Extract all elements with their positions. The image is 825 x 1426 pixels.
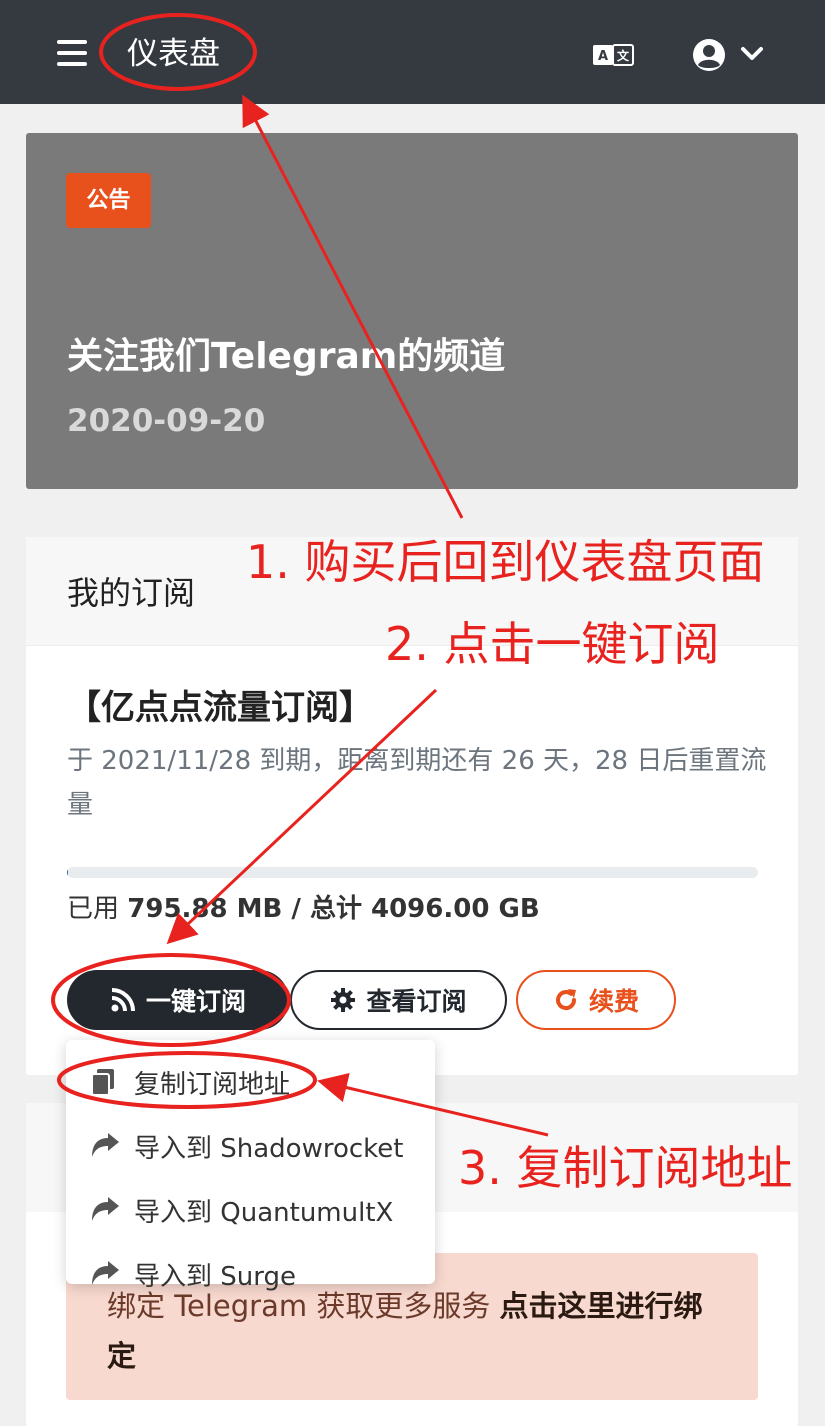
one-click-subscribe-button[interactable]: 一键订阅 <box>67 970 289 1030</box>
renew-label: 续费 <box>588 987 639 1016</box>
usage-separator: / 总计 <box>282 894 371 924</box>
view-subscription-label: 查看订阅 <box>366 987 467 1016</box>
import-surge-item[interactable]: 导入到 Surge <box>66 1242 435 1306</box>
rss-icon <box>111 988 135 1012</box>
announcement-badge: 公告 <box>66 173 151 228</box>
announcement-date: 2020-09-20 <box>67 403 266 439</box>
usage-total: 4096.00 GB <box>371 894 540 924</box>
svg-text:A: A <box>598 49 608 64</box>
import-quantumultx-label: 导入到 QuantumultX <box>134 1197 394 1228</box>
hamburger-icon[interactable] <box>57 40 87 68</box>
copy-icon <box>91 1069 114 1096</box>
plan-name: 【亿点点流量订阅】 <box>67 688 373 728</box>
share-icon <box>92 1197 119 1221</box>
import-shadowrocket-item[interactable]: 导入到 Shadowrocket <box>66 1114 435 1178</box>
import-quantumultx-item[interactable]: 导入到 QuantumultX <box>66 1178 435 1242</box>
traffic-usage: 已用 795.88 MB / 总计 4096.00 GB <box>67 889 540 929</box>
share-icon <box>92 1133 119 1157</box>
copy-subscription-url-label: 复制订阅地址 <box>134 1069 291 1100</box>
usage-used: 795.88 MB <box>127 894 283 924</box>
step3-annotation: 3. 复制订阅地址 <box>458 1141 793 1195</box>
announcement-card[interactable]: 公告 关注我们Telegram的频道 2020-09-20 <box>26 133 798 489</box>
import-shadowrocket-label: 导入到 Shadowrocket <box>134 1133 404 1164</box>
usage-prefix: 已用 <box>67 894 128 924</box>
view-subscription-button[interactable]: 查看订阅 <box>290 970 507 1030</box>
step1-annotation: 1. 购买后回到仪表盘页面 <box>246 535 765 589</box>
traffic-progress-bar <box>67 867 758 878</box>
share-icon <box>92 1261 119 1285</box>
renew-button[interactable]: 续费 <box>516 970 676 1030</box>
announcement-title: 关注我们Telegram的频道 <box>67 336 506 377</box>
gear-icon <box>331 988 356 1012</box>
import-surge-label: 导入到 Surge <box>134 1261 296 1292</box>
subscription-card-title: 我的订阅 <box>67 574 196 612</box>
one-click-subscribe-label: 一键订阅 <box>145 987 246 1016</box>
copy-subscription-url-item[interactable]: 复制订阅地址 <box>66 1050 435 1114</box>
plan-expiry-text: 于 2021/11/28 到期，距离到期还有 26 天，28 日后重置流量 <box>67 746 767 820</box>
top-navbar: 仪表盘 A 文 <box>0 0 825 104</box>
user-circle-icon[interactable] <box>692 38 726 72</box>
chevron-down-icon[interactable] <box>740 46 764 62</box>
step2-annotation: 2. 点击一键订阅 <box>385 617 720 671</box>
svg-text:文: 文 <box>617 48 630 63</box>
page-title: 仪表盘 <box>127 36 220 72</box>
subscribe-dropdown-menu: 复制订阅地址 导入到 Shadowrocket 导入到 QuantumultX … <box>66 1040 435 1292</box>
translate-icon[interactable]: A 文 <box>592 43 634 67</box>
redo-icon <box>556 989 576 1010</box>
